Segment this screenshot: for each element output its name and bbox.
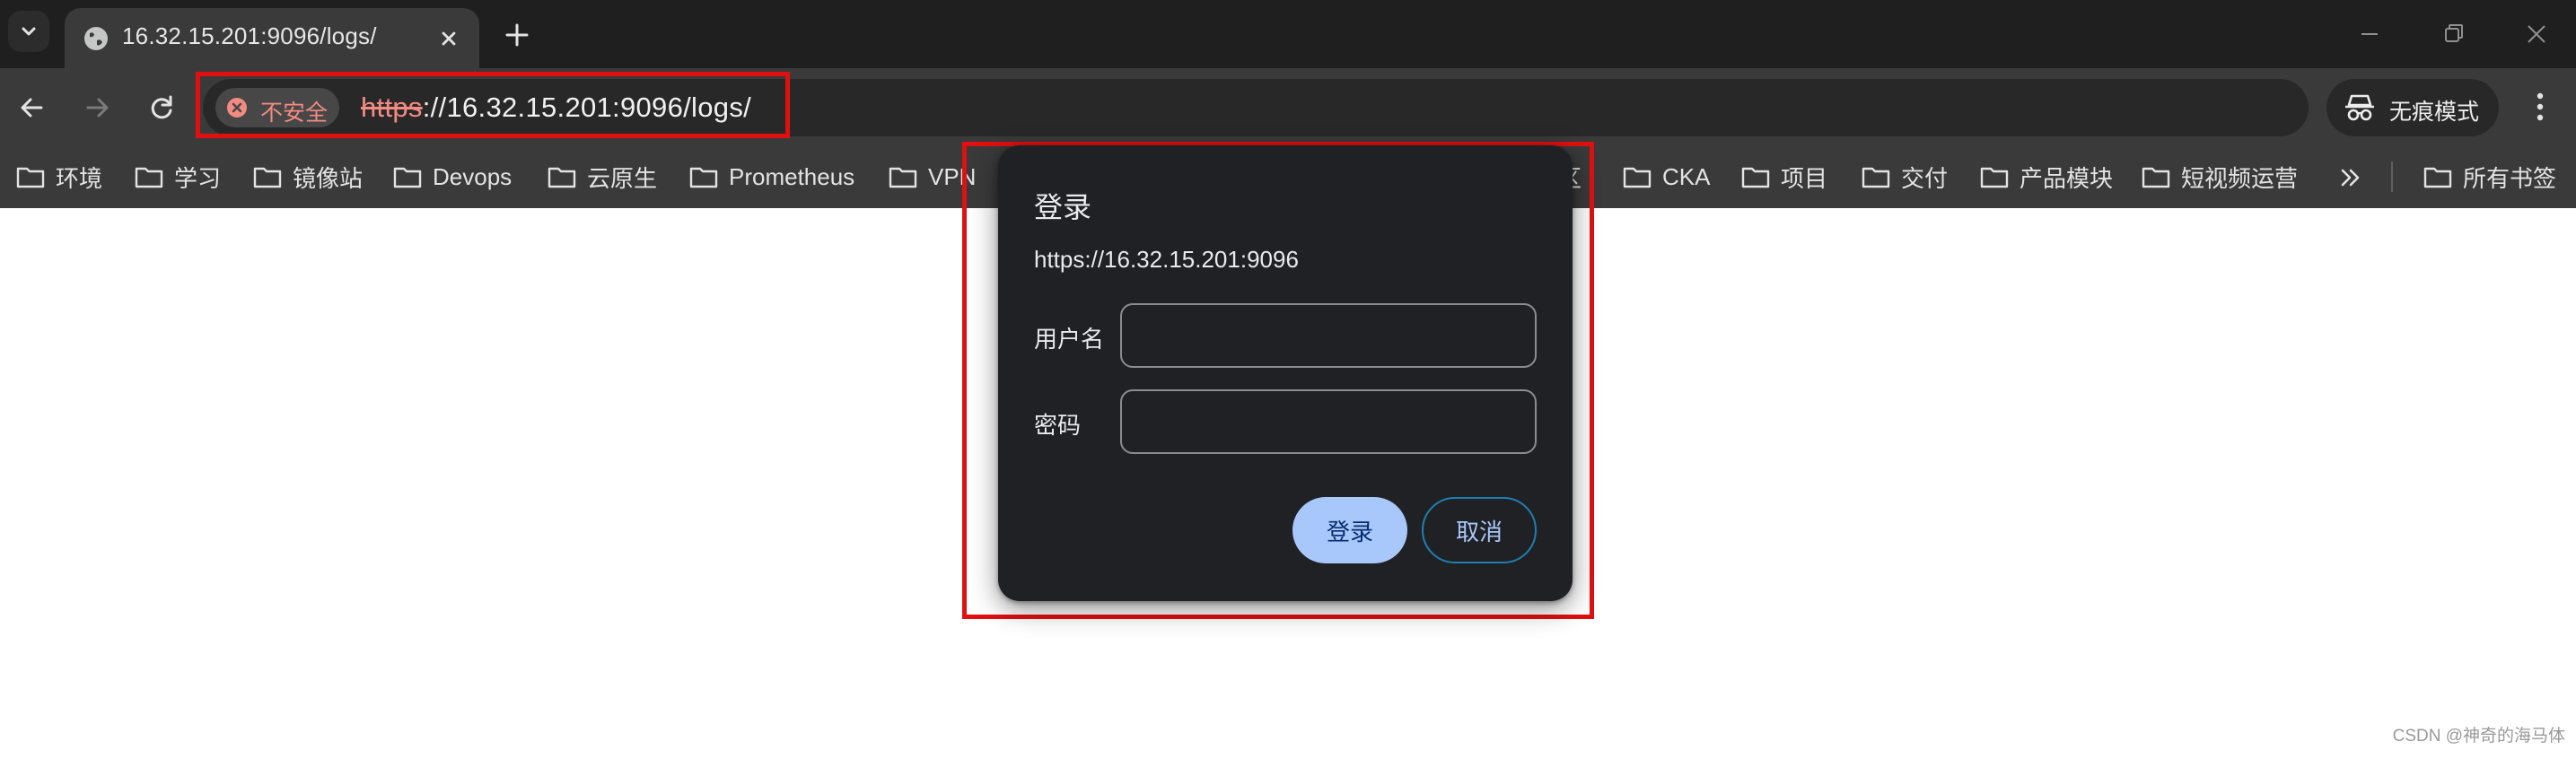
bookmark-label: 镜像站 [293, 164, 364, 192]
back-icon[interactable] [14, 90, 50, 126]
bookmark-label: 环境 [56, 164, 103, 192]
folder-icon [253, 167, 282, 188]
close-tab-icon[interactable] [434, 24, 463, 53]
cancel-button[interactable]: 取消 [1422, 497, 1537, 563]
bookmark-folder[interactable]: Prometheus [689, 145, 854, 208]
bookmark-label: 短视频运营 [2181, 164, 2299, 192]
bookmark-folder[interactable]: 交付 [1862, 145, 1948, 208]
all-bookmarks-folder[interactable]: 所有书签 [2423, 145, 2556, 208]
folder-icon [689, 167, 718, 188]
folder-icon [889, 167, 917, 188]
forward-icon[interactable] [79, 90, 115, 126]
all-bookmarks-label: 所有书签 [2463, 164, 2557, 192]
username-input[interactable] [1120, 303, 1537, 368]
folder-icon [393, 167, 422, 188]
browser-window: 16.32.15.201:9096/logs/ 不安全 https://16.3… [0, 0, 2576, 759]
folder-icon [1741, 167, 1770, 188]
password-input[interactable] [1120, 389, 1537, 454]
bookmark-label: 交付 [1901, 164, 1949, 192]
tab-search-button[interactable] [8, 11, 49, 52]
close-icon[interactable] [2520, 18, 2553, 50]
bookmark-label: 云原生 [587, 164, 658, 192]
folder-icon [135, 167, 163, 188]
bookmark-folder[interactable]: 环境 [16, 145, 102, 208]
restore-icon[interactable] [2438, 18, 2470, 50]
watermark: CSDN @神奇的海马体 [2392, 727, 2565, 746]
bookmark-label: Prometheus [729, 162, 855, 190]
chevron-double-right-icon[interactable] [2335, 162, 2366, 193]
chevron-down-icon [22, 27, 36, 36]
bookmark-folder[interactable]: 学习 [135, 145, 221, 208]
bookmark-folder[interactable]: 产品模块 [1980, 145, 2113, 208]
folder-icon [2423, 167, 2452, 188]
tab-title: 16.32.15.201:9096/logs/ [122, 22, 377, 49]
folder-icon [1980, 167, 2009, 188]
username-label: 用户名 [1034, 326, 1105, 353]
auth-dialog: 登录 https://16.32.15.201:9096 用户名 密码 登录 取… [998, 145, 1573, 601]
folder-icon [16, 167, 45, 188]
tab-strip: 16.32.15.201:9096/logs/ [0, 0, 2576, 68]
bookmark-folder[interactable]: CKA [1623, 145, 1710, 208]
reload-icon[interactable] [144, 90, 180, 126]
bookmarks-divider [2391, 161, 2393, 192]
bookmark-label: CKA [1662, 162, 1711, 190]
minimize-icon[interactable] [2353, 18, 2386, 50]
active-tab[interactable]: 16.32.15.201:9096/logs/ [65, 8, 479, 68]
bookmark-folder[interactable]: 镜像站 [253, 145, 363, 208]
folder-icon [548, 167, 576, 188]
plus-icon[interactable] [499, 17, 535, 53]
bookmark-label: 学习 [174, 164, 222, 192]
kebab-menu-icon[interactable] [2524, 88, 2556, 126]
bookmark-folder[interactable]: 短视频运营 [2142, 145, 2298, 208]
bookmark-label: 产品模块 [2020, 164, 2114, 192]
folder-icon [1862, 167, 1890, 188]
incognito-chip[interactable]: 无痕模式 [2326, 79, 2499, 136]
bookmark-folder[interactable]: 项目 [1741, 145, 1827, 208]
login-button[interactable]: 登录 [1292, 497, 1407, 563]
folder-icon [1623, 167, 1652, 188]
dialog-title: 登录 [1034, 191, 1092, 223]
bookmark-label: 项目 [1781, 164, 1828, 192]
globe-icon [84, 27, 108, 50]
incognito-icon [2345, 94, 2374, 121]
bookmark-folder[interactable]: Devops [393, 145, 512, 208]
dialog-origin: https://16.32.15.201:9096 [1034, 246, 1299, 273]
folder-icon [2142, 167, 2170, 188]
bookmark-label: Devops [433, 162, 513, 190]
bookmark-folder[interactable]: 云原生 [548, 145, 657, 208]
incognito-label: 无痕模式 [2389, 100, 2480, 125]
url-highlight-box [196, 72, 790, 138]
password-label: 密码 [1034, 412, 1082, 439]
